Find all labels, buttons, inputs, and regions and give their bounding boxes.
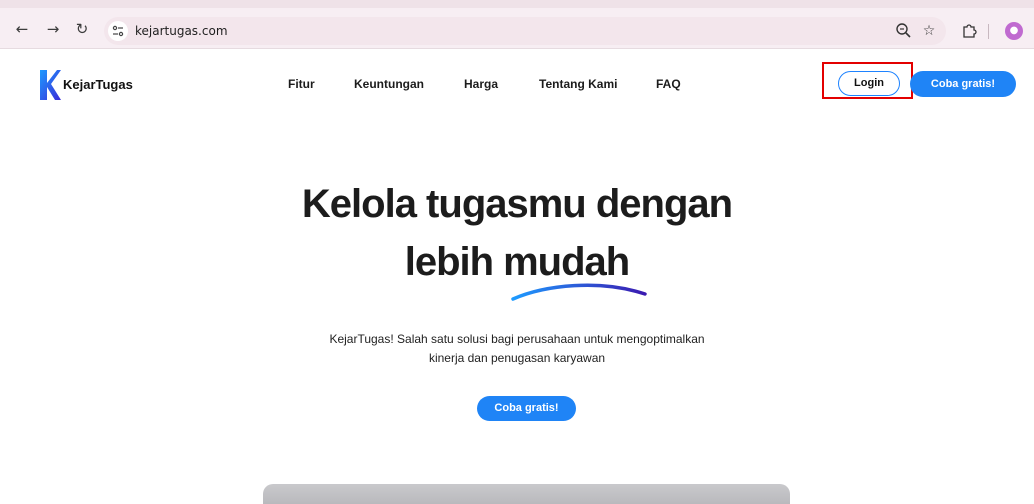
login-button[interactable]: Login (838, 71, 900, 96)
brand-logo[interactable]: KejarTugas (38, 68, 158, 102)
toolbar-divider (988, 24, 989, 39)
hero-try-free-button[interactable]: Coba gratis! (477, 396, 576, 421)
app-preview-image (263, 484, 790, 504)
logo-k-icon (40, 70, 61, 100)
puzzle-icon[interactable] (958, 20, 980, 42)
hero-underline-decoration (511, 283, 647, 301)
profile-avatar-icon[interactable]: ● (1005, 22, 1023, 40)
back-icon[interactable]: ← (12, 19, 32, 39)
url-text[interactable]: kejartugas.com (135, 22, 228, 40)
site-info-icon[interactable] (108, 21, 128, 41)
forward-icon[interactable]: → (43, 19, 63, 39)
hero-description-line2: kinerja dan penugasan karyawan (428, 351, 606, 365)
hero-title-word-lebih: lebih (404, 240, 494, 284)
hero-description-line1: KejarTugas! Salah satu solusi bagi perus… (329, 332, 705, 346)
zoom-icon[interactable] (893, 20, 915, 42)
reload-icon[interactable]: ↻ (72, 19, 92, 39)
nav-item-fitur[interactable]: Fitur (288, 77, 315, 91)
try-free-button[interactable]: Coba gratis! (910, 71, 1016, 97)
hero-title-line1: Kelola tugasmu dengan (301, 182, 733, 226)
nav-item-tentang-kami[interactable]: Tentang Kami (539, 77, 617, 91)
brand-name: KejarTugas (63, 77, 133, 92)
star-icon[interactable]: ☆ (918, 20, 940, 42)
address-bar[interactable] (104, 17, 946, 45)
nav-item-keuntungan[interactable]: Keuntungan (354, 77, 424, 91)
tab-strip (0, 0, 1034, 8)
nav-item-faq[interactable]: FAQ (656, 77, 681, 91)
nav-item-harga[interactable]: Harga (464, 77, 498, 91)
